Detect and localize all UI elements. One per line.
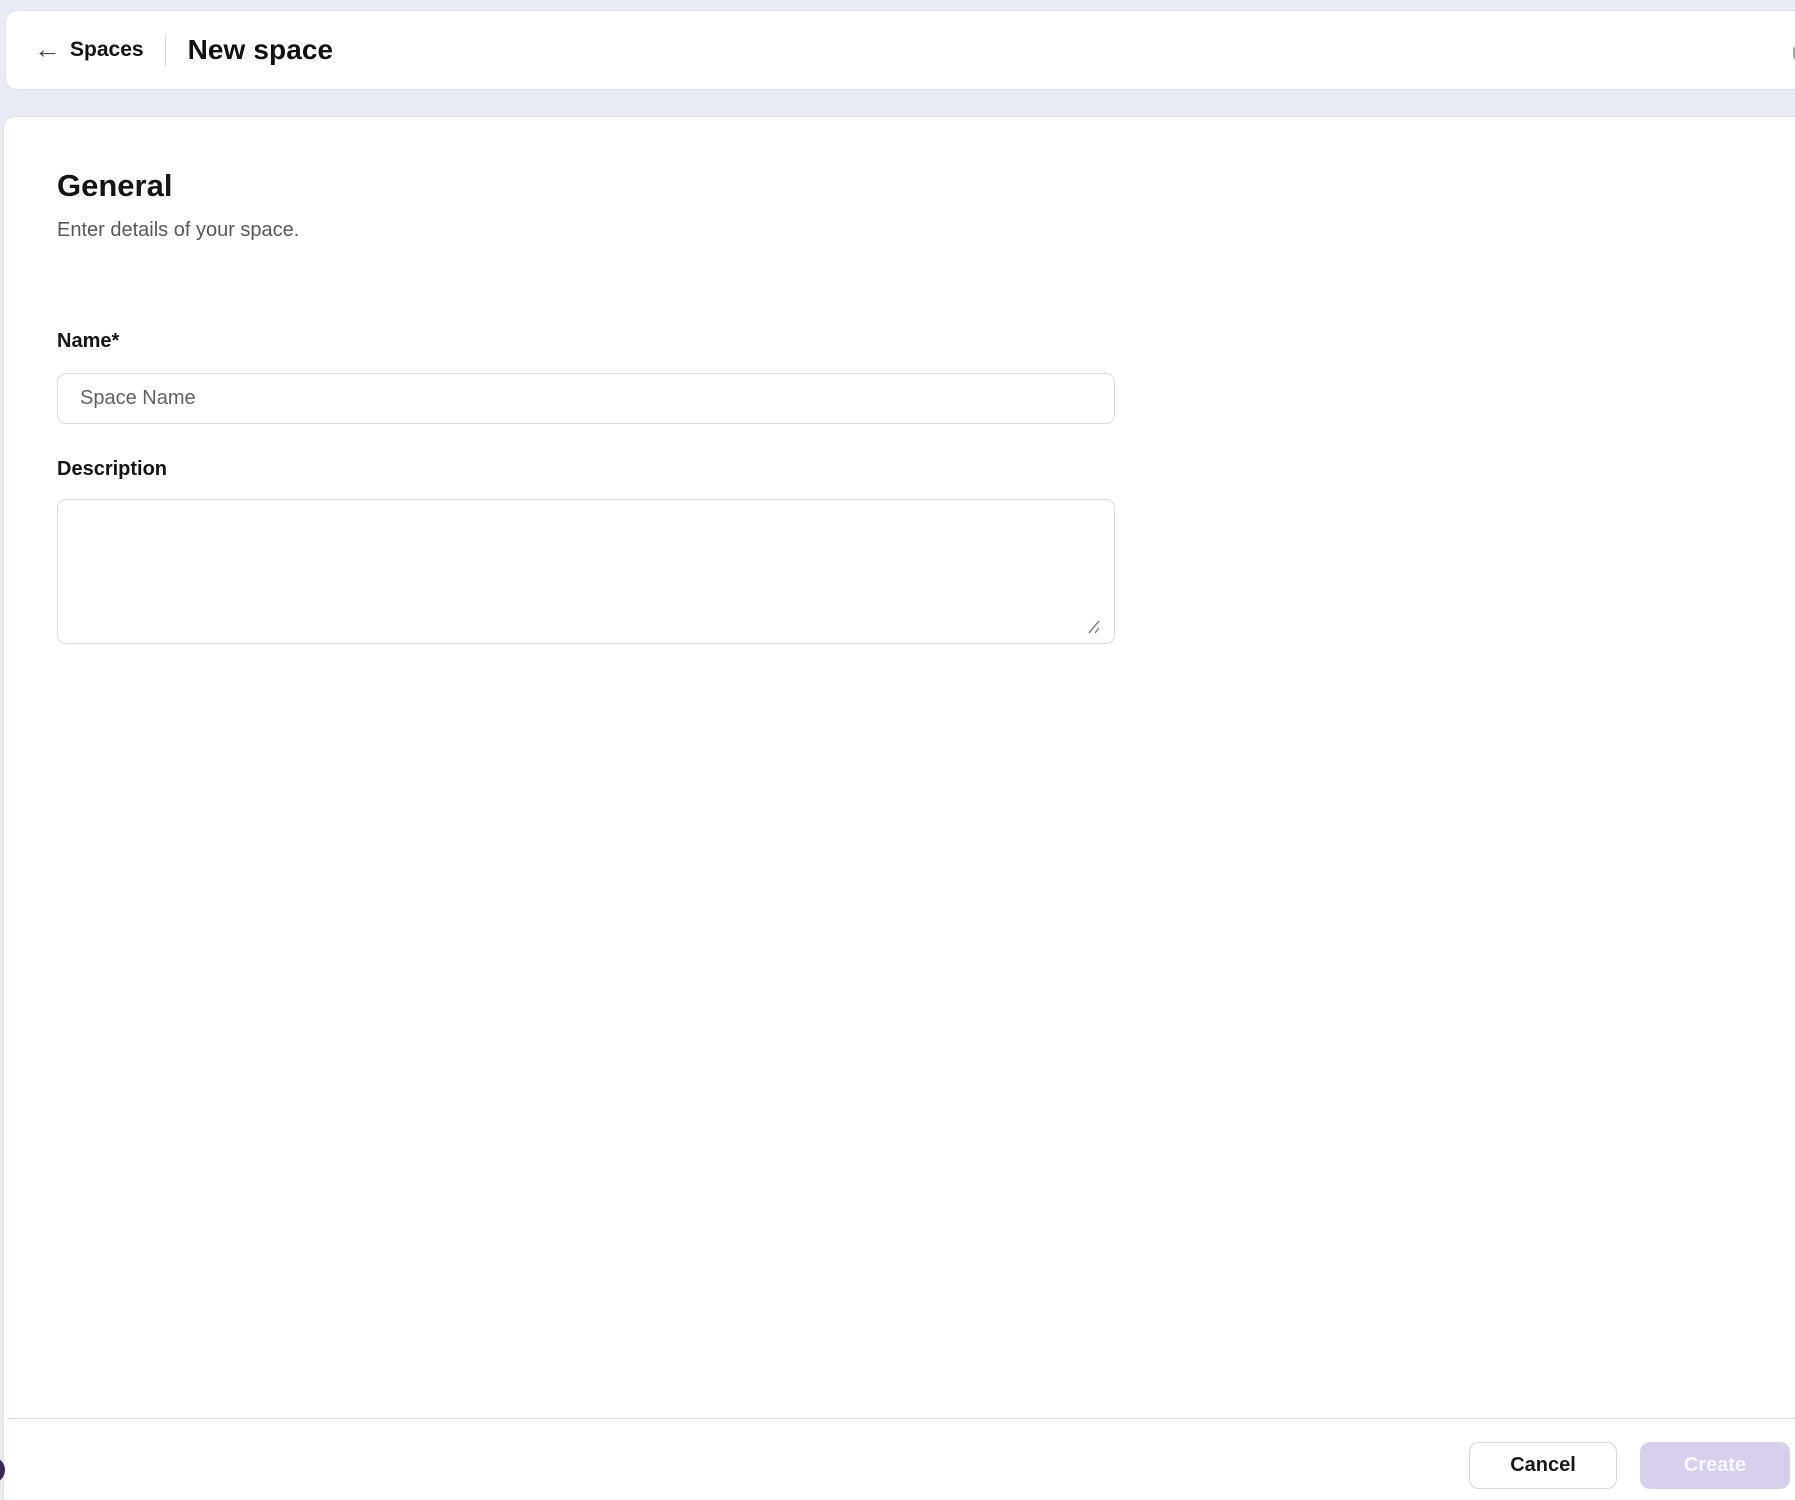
- page-title: New space: [188, 34, 334, 66]
- header-divider: [165, 34, 166, 66]
- create-button[interactable]: Create: [1640, 1442, 1790, 1489]
- name-field-group: Name*: [57, 330, 1795, 424]
- form-section: General Enter details of your space. Nam…: [4, 117, 1795, 644]
- section-subtitle: Enter details of your space.: [57, 219, 1795, 242]
- header: ← Spaces New space: [5, 10, 1795, 90]
- main-panel: General Enter details of your space. Nam…: [3, 116, 1795, 1500]
- section-title: General: [57, 168, 1795, 204]
- description-textarea[interactable]: [57, 499, 1115, 644]
- cancel-button[interactable]: Cancel: [1469, 1442, 1617, 1489]
- description-label: Description: [57, 458, 1795, 481]
- name-label: Name*: [57, 330, 1795, 353]
- back-label: Spaces: [70, 38, 144, 62]
- space-name-input[interactable]: [57, 373, 1115, 424]
- footer-action-bar: Cancel Create: [7, 1418, 1795, 1500]
- arrow-left-icon: ←: [34, 36, 61, 63]
- resize-handle-icon[interactable]: [1084, 617, 1102, 635]
- description-field-group: Description: [57, 458, 1795, 644]
- description-textarea-wrap: [57, 499, 1115, 644]
- back-button[interactable]: ← Spaces: [34, 37, 144, 64]
